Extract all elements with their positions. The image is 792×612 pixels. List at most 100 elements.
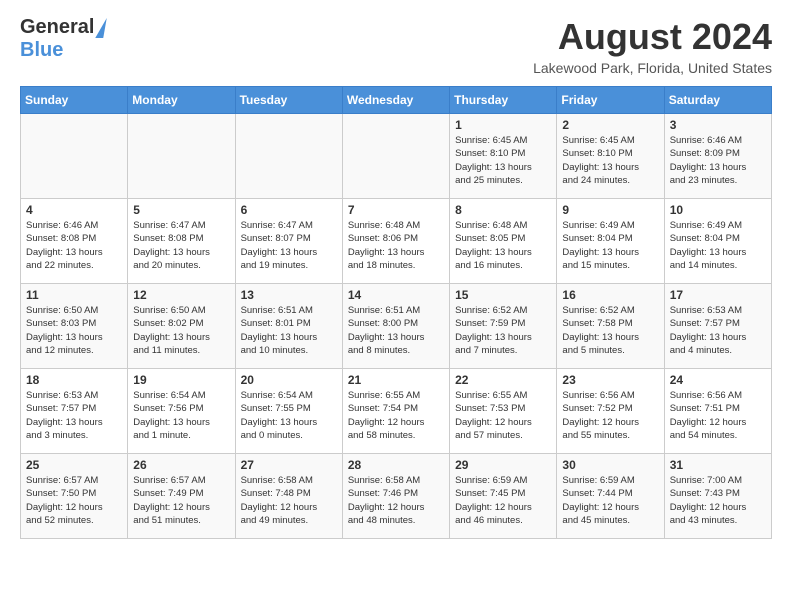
header-row: SundayMondayTuesdayWednesdayThursdayFrid… — [21, 87, 772, 114]
day-info: Sunrise: 6:46 AM Sunset: 8:08 PM Dayligh… — [26, 219, 122, 272]
calendar-cell: 18 Sunrise: 6:53 AM Sunset: 7:57 PM Dayli… — [21, 369, 128, 454]
day-number: 15 — [455, 288, 551, 302]
calendar-cell: 11 Sunrise: 6:50 AM Sunset: 8:03 PM Dayli… — [21, 284, 128, 369]
calendar-header: SundayMondayTuesdayWednesdayThursdayFrid… — [21, 87, 772, 114]
day-number: 12 — [133, 288, 229, 302]
logo: General Blue — [20, 16, 105, 62]
day-number: 26 — [133, 458, 229, 472]
day-number: 3 — [670, 118, 766, 132]
day-info: Sunrise: 6:45 AM Sunset: 8:10 PM Dayligh… — [562, 134, 658, 187]
day-info: Sunrise: 6:52 AM Sunset: 7:59 PM Dayligh… — [455, 304, 551, 357]
calendar-cell: 19 Sunrise: 6:54 AM Sunset: 7:56 PM Dayli… — [128, 369, 235, 454]
main-title: August 2024 — [533, 16, 772, 58]
header-day-sunday: Sunday — [21, 87, 128, 114]
day-number: 21 — [348, 373, 444, 387]
calendar-cell: 12 Sunrise: 6:50 AM Sunset: 8:02 PM Dayli… — [128, 284, 235, 369]
day-number: 16 — [562, 288, 658, 302]
day-number: 20 — [241, 373, 337, 387]
day-number: 25 — [26, 458, 122, 472]
header-day-monday: Monday — [128, 87, 235, 114]
header-day-saturday: Saturday — [664, 87, 771, 114]
calendar-cell: 30 Sunrise: 6:59 AM Sunset: 7:44 PM Dayli… — [557, 454, 664, 539]
day-number: 10 — [670, 203, 766, 217]
day-info: Sunrise: 6:48 AM Sunset: 8:05 PM Dayligh… — [455, 219, 551, 272]
day-number: 17 — [670, 288, 766, 302]
calendar-cell: 25 Sunrise: 6:57 AM Sunset: 7:50 PM Dayli… — [21, 454, 128, 539]
day-info: Sunrise: 6:51 AM Sunset: 8:01 PM Dayligh… — [241, 304, 337, 357]
calendar-cell: 27 Sunrise: 6:58 AM Sunset: 7:48 PM Dayli… — [235, 454, 342, 539]
header: General Blue August 2024 Lakewood Park, … — [20, 16, 772, 76]
calendar-cell: 5 Sunrise: 6:47 AM Sunset: 8:08 PM Daylig… — [128, 199, 235, 284]
calendar-cell: 9 Sunrise: 6:49 AM Sunset: 8:04 PM Daylig… — [557, 199, 664, 284]
day-info: Sunrise: 6:59 AM Sunset: 7:45 PM Dayligh… — [455, 474, 551, 527]
day-info: Sunrise: 6:55 AM Sunset: 7:54 PM Dayligh… — [348, 389, 444, 442]
day-info: Sunrise: 6:55 AM Sunset: 7:53 PM Dayligh… — [455, 389, 551, 442]
calendar-cell — [128, 114, 235, 199]
logo-triangle-icon — [96, 18, 108, 38]
day-number: 18 — [26, 373, 122, 387]
calendar-cell: 26 Sunrise: 6:57 AM Sunset: 7:49 PM Dayli… — [128, 454, 235, 539]
day-number: 24 — [670, 373, 766, 387]
calendar-cell: 6Sunrise: 6:47 AM Sunset: 8:07 PM Daylig… — [235, 199, 342, 284]
day-info: Sunrise: 6:58 AM Sunset: 7:46 PM Dayligh… — [348, 474, 444, 527]
day-number: 30 — [562, 458, 658, 472]
day-info: Sunrise: 6:46 AM Sunset: 8:09 PM Dayligh… — [670, 134, 766, 187]
day-info: Sunrise: 6:53 AM Sunset: 7:57 PM Dayligh… — [26, 389, 122, 442]
calendar-cell: 17 Sunrise: 6:53 AM Sunset: 7:57 PM Dayli… — [664, 284, 771, 369]
calendar-cell: 3 Sunrise: 6:46 AM Sunset: 8:09 PM Daylig… — [664, 114, 771, 199]
week-row-1: 1Sunrise: 6:45 AM Sunset: 8:10 PM Daylig… — [21, 114, 772, 199]
day-info: Sunrise: 6:53 AM Sunset: 7:57 PM Dayligh… — [670, 304, 766, 357]
week-row-4: 18 Sunrise: 6:53 AM Sunset: 7:57 PM Dayli… — [21, 369, 772, 454]
day-info: Sunrise: 6:56 AM Sunset: 7:52 PM Dayligh… — [562, 389, 658, 442]
calendar-table: SundayMondayTuesdayWednesdayThursdayFrid… — [20, 86, 772, 539]
calendar-cell: 21 Sunrise: 6:55 AM Sunset: 7:54 PM Dayli… — [342, 369, 449, 454]
day-info: Sunrise: 6:58 AM Sunset: 7:48 PM Dayligh… — [241, 474, 337, 527]
day-info: Sunrise: 6:47 AM Sunset: 8:07 PM Dayligh… — [241, 219, 337, 272]
day-number: 5 — [133, 203, 229, 217]
calendar-cell: 1Sunrise: 6:45 AM Sunset: 8:10 PM Daylig… — [450, 114, 557, 199]
day-number: 27 — [241, 458, 337, 472]
day-number: 31 — [670, 458, 766, 472]
calendar-cell: 7Sunrise: 6:48 AM Sunset: 8:06 PM Daylig… — [342, 199, 449, 284]
day-number: 9 — [562, 203, 658, 217]
calendar-cell: 22Sunrise: 6:55 AM Sunset: 7:53 PM Dayli… — [450, 369, 557, 454]
day-number: 8 — [455, 203, 551, 217]
calendar-cell: 4Sunrise: 6:46 AM Sunset: 8:08 PM Daylig… — [21, 199, 128, 284]
day-info: Sunrise: 6:49 AM Sunset: 8:04 PM Dayligh… — [562, 219, 658, 272]
day-info: Sunrise: 6:54 AM Sunset: 7:56 PM Dayligh… — [133, 389, 229, 442]
day-info: Sunrise: 7:00 AM Sunset: 7:43 PM Dayligh… — [670, 474, 766, 527]
calendar-cell: 24 Sunrise: 6:56 AM Sunset: 7:51 PM Dayli… — [664, 369, 771, 454]
calendar-cell: 14Sunrise: 6:51 AM Sunset: 8:00 PM Dayli… — [342, 284, 449, 369]
header-day-thursday: Thursday — [450, 87, 557, 114]
calendar-cell: 10Sunrise: 6:49 AM Sunset: 8:04 PM Dayli… — [664, 199, 771, 284]
calendar-cell: 29Sunrise: 6:59 AM Sunset: 7:45 PM Dayli… — [450, 454, 557, 539]
day-number: 23 — [562, 373, 658, 387]
day-info: Sunrise: 6:56 AM Sunset: 7:51 PM Dayligh… — [670, 389, 766, 442]
day-info: Sunrise: 6:47 AM Sunset: 8:08 PM Dayligh… — [133, 219, 229, 272]
week-row-5: 25 Sunrise: 6:57 AM Sunset: 7:50 PM Dayli… — [21, 454, 772, 539]
calendar-cell: 20 Sunrise: 6:54 AM Sunset: 7:55 PM Dayli… — [235, 369, 342, 454]
day-number: 13 — [241, 288, 337, 302]
subtitle: Lakewood Park, Florida, United States — [533, 60, 772, 76]
calendar-cell — [235, 114, 342, 199]
day-number: 14 — [348, 288, 444, 302]
header-day-wednesday: Wednesday — [342, 87, 449, 114]
day-info: Sunrise: 6:57 AM Sunset: 7:49 PM Dayligh… — [133, 474, 229, 527]
day-info: Sunrise: 6:50 AM Sunset: 8:02 PM Dayligh… — [133, 304, 229, 357]
day-info: Sunrise: 6:48 AM Sunset: 8:06 PM Dayligh… — [348, 219, 444, 272]
day-number: 11 — [26, 288, 122, 302]
header-day-friday: Friday — [557, 87, 664, 114]
header-day-tuesday: Tuesday — [235, 87, 342, 114]
calendar-cell: 15 Sunrise: 6:52 AM Sunset: 7:59 PM Dayli… — [450, 284, 557, 369]
day-info: Sunrise: 6:52 AM Sunset: 7:58 PM Dayligh… — [562, 304, 658, 357]
day-info: Sunrise: 6:45 AM Sunset: 8:10 PM Dayligh… — [455, 134, 551, 187]
calendar-cell: 23 Sunrise: 6:56 AM Sunset: 7:52 PM Dayli… — [557, 369, 664, 454]
day-info: Sunrise: 6:59 AM Sunset: 7:44 PM Dayligh… — [562, 474, 658, 527]
calendar-cell: 2Sunrise: 6:45 AM Sunset: 8:10 PM Daylig… — [557, 114, 664, 199]
day-number: 19 — [133, 373, 229, 387]
day-info: Sunrise: 6:57 AM Sunset: 7:50 PM Dayligh… — [26, 474, 122, 527]
day-info: Sunrise: 6:54 AM Sunset: 7:55 PM Dayligh… — [241, 389, 337, 442]
day-info: Sunrise: 6:50 AM Sunset: 8:03 PM Dayligh… — [26, 304, 122, 357]
calendar-cell: 31 Sunrise: 7:00 AM Sunset: 7:43 PM Dayli… — [664, 454, 771, 539]
week-row-3: 11 Sunrise: 6:50 AM Sunset: 8:03 PM Dayli… — [21, 284, 772, 369]
